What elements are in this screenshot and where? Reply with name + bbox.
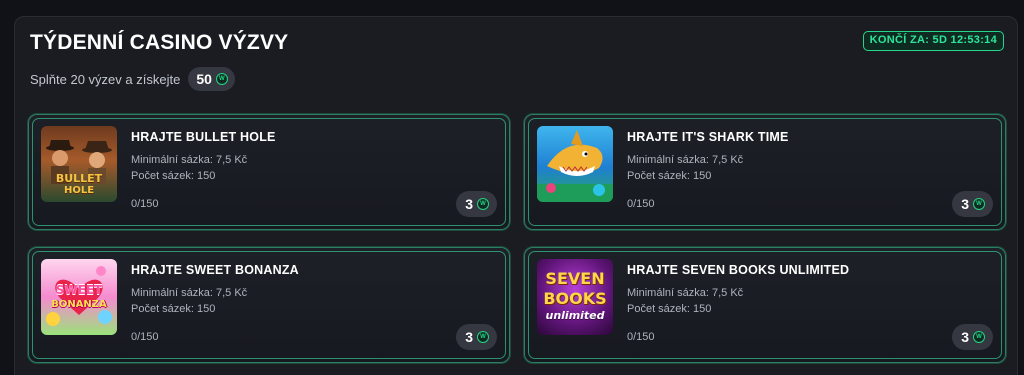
coin-icon: W [215, 73, 228, 85]
thumb-logo-line-2: BONANZA [51, 299, 107, 310]
reward-badge: 3 W [456, 191, 497, 217]
reward-value: 3 [961, 196, 969, 212]
total-reward-value: 50 [196, 71, 212, 87]
challenge-card-bullet-hole[interactable]: BULLET HOLE HRAJTE BULLET HOLE Minimální… [28, 114, 510, 230]
game-thumbnail-sweet-bonanza[interactable]: SWEET BONANZA [41, 259, 117, 335]
thumb-logo-line-2: BOOKS [543, 289, 607, 308]
progress-text: 0/150 [627, 198, 655, 210]
candy-illustration [46, 266, 112, 326]
challenge-card-sweet-bonanza[interactable]: SWEET BONANZA HRAJTE SWEET BONANZA Minim… [28, 247, 510, 363]
min-bet-text: Minimální sázka: 7,5 Kč [131, 154, 248, 166]
subtitle-row: Splňte 20 výzev a získejte 50 W [30, 67, 235, 91]
page-title: TÝDENNÍ CASINO VÝZVY [30, 31, 289, 54]
reward-badge: 3 W [952, 191, 993, 217]
challenge-title: HRAJTE BULLET HOLE [131, 130, 276, 144]
bet-count-text: Počet sázek: 150 [627, 170, 712, 182]
progress-text: 0/150 [131, 331, 159, 343]
progress-text: 0/150 [131, 198, 159, 210]
bet-count-text: Počet sázek: 150 [131, 303, 216, 315]
coin-icon: W [973, 331, 985, 343]
subtitle-text: Splňte 20 výzev a získejte [30, 71, 181, 87]
challenge-title: HRAJTE IT'S SHARK TIME [627, 130, 789, 144]
game-thumbnail-seven-books[interactable]: SEVEN BOOKS unlimited [537, 259, 613, 335]
challenge-card-seven-books[interactable]: SEVEN BOOKS unlimited HRAJTE SEVEN BOOKS… [524, 247, 1006, 363]
shark-illustration [537, 130, 613, 202]
challenge-title: HRAJTE SWEET BONANZA [131, 263, 299, 277]
min-bet-text: Minimální sázka: 7,5 Kč [627, 287, 744, 299]
countdown-badge: KONČÍ ZA: 5D 12:53:14 [862, 31, 1004, 51]
reward-badge: 3 W [456, 324, 497, 350]
weekly-challenges-panel: TÝDENNÍ CASINO VÝZVY KONČÍ ZA: 5D 12:53:… [14, 16, 1018, 375]
min-bet-text: Minimální sázka: 7,5 Kč [627, 154, 744, 166]
reward-badge: 3 W [952, 324, 993, 350]
reward-value: 3 [465, 196, 473, 212]
challenge-title: HRAJTE SEVEN BOOKS UNLIMITED [627, 263, 850, 277]
coin-icon: W [973, 198, 985, 210]
game-thumbnail-shark-time[interactable] [537, 126, 613, 202]
progress-text: 0/150 [627, 331, 655, 343]
thumb-logo-line-1: SWEET [55, 283, 103, 297]
thumb-logo-line-1: BULLET [55, 172, 103, 185]
thumb-logo-line-3: unlimited [545, 309, 605, 322]
reward-value: 3 [961, 329, 969, 345]
reward-value: 3 [465, 329, 473, 345]
thumb-logo-line-1: SEVEN [545, 269, 605, 288]
coin-icon: W [477, 198, 489, 210]
game-thumbnail-bullet-hole[interactable]: BULLET HOLE [41, 126, 117, 202]
bet-count-text: Počet sázek: 150 [627, 303, 712, 315]
min-bet-text: Minimální sázka: 7,5 Kč [131, 287, 248, 299]
total-reward-badge: 50 W [188, 67, 235, 91]
bet-count-text: Počet sázek: 150 [131, 170, 216, 182]
thumb-logo-line-2: HOLE [63, 185, 95, 196]
coin-icon: W [477, 331, 489, 343]
challenge-card-shark-time[interactable]: HRAJTE IT'S SHARK TIME Minimální sázka: … [524, 114, 1006, 230]
